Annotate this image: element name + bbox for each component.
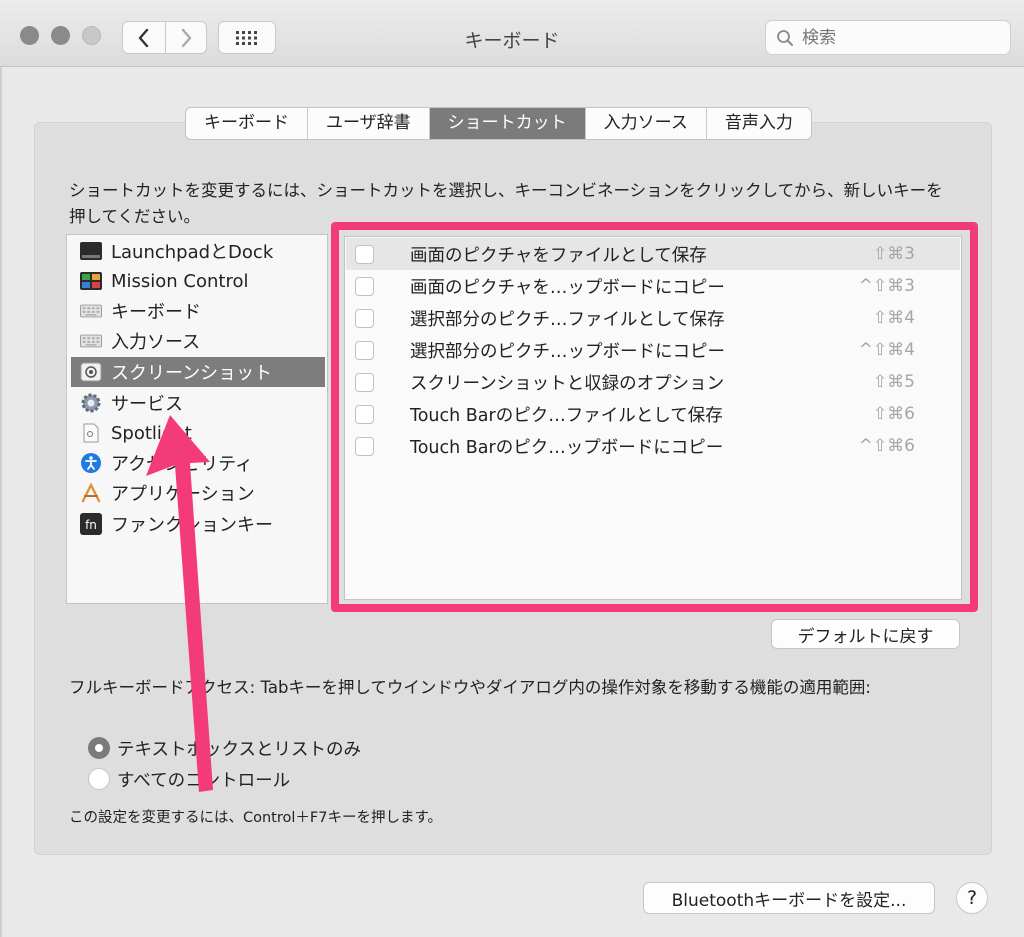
category-label: アクセシビリティ [111, 454, 254, 475]
category-item-input-sources[interactable]: 入力ソース [71, 326, 325, 356]
radio-button[interactable] [88, 737, 110, 759]
search-field[interactable] [765, 20, 1011, 55]
category-label: Mission Control [111, 270, 249, 292]
annotation-highlight-box [331, 222, 978, 612]
category-item-function-keys[interactable]: fn ファンクションキー [71, 509, 325, 539]
svg-text:fn: fn [85, 518, 97, 532]
full-keyboard-access-text: フルキーボードアクセス: Tabキーを押してウインドウやダイアログ内の操作対象を… [69, 678, 871, 697]
screenshot-icon [80, 361, 102, 383]
help-button[interactable]: ? [956, 882, 988, 914]
category-item-mission-control[interactable]: Mission Control [71, 266, 325, 296]
app-store-icon [80, 482, 102, 504]
category-label: ファンクションキー [111, 515, 273, 536]
category-item-applications[interactable]: アプリケーション [71, 478, 325, 508]
input-source-icon [80, 330, 102, 352]
category-item-services[interactable]: サービス [71, 388, 325, 418]
tab-bar: キーボード ユーザ辞書 ショートカット 入力ソース 音声入力 [185, 107, 812, 140]
category-list[interactable]: LaunchpadとDock Mission Control キーボード 入力ソ… [66, 234, 328, 604]
category-item-screenshots[interactable]: スクリーンショット [71, 357, 325, 387]
mission-control-icon [80, 270, 102, 292]
category-label: サービス [111, 394, 183, 415]
category-label: キーボード [111, 302, 201, 323]
category-label: 入力ソース [111, 332, 201, 353]
restore-defaults-button[interactable]: デフォルトに戻す [771, 619, 960, 649]
radio-all-controls[interactable]: すべてのコントロール [88, 767, 290, 791]
gear-icon [80, 392, 102, 414]
spotlight-icon [80, 422, 102, 444]
category-item-launchpad-dock[interactable]: LaunchpadとDock [71, 236, 325, 266]
setup-bluetooth-keyboard-button[interactable]: Bluetoothキーボードを設定... [643, 882, 935, 914]
title-bar: キーボード [0, 0, 1024, 67]
radio-label: テキストボックスとリストのみ [117, 739, 361, 760]
category-label: スクリーンショット [111, 363, 273, 384]
tab-shortcuts[interactable]: ショートカット [429, 108, 586, 139]
fn-key-icon: fn [80, 513, 102, 535]
category-label: アプリケーション [111, 484, 255, 505]
search-input[interactable] [800, 26, 994, 49]
search-icon [777, 29, 793, 46]
category-item-spotlight[interactable]: Spotlight [71, 418, 325, 448]
tab-dictation[interactable]: 音声入力 [707, 108, 811, 139]
category-item-keyboard[interactable]: キーボード [71, 296, 325, 326]
window-edge [0, 66, 2, 937]
keyboard-icon [80, 300, 102, 322]
accessibility-icon [80, 452, 102, 474]
tab-user-dictionary[interactable]: ユーザ辞書 [308, 108, 430, 139]
category-label: Spotlight [111, 422, 192, 444]
control-f7-note: この設定を変更するには、Control＋F7キーを押します。 [69, 810, 443, 826]
radio-button[interactable] [88, 768, 110, 790]
radio-text-boxes-lists[interactable]: テキストボックスとリストのみ [88, 736, 361, 760]
launchpad-dock-icon [80, 240, 102, 262]
tab-keyboard[interactable]: キーボード [186, 108, 308, 139]
tab-input-sources[interactable]: 入力ソース [586, 108, 707, 139]
category-label: LaunchpadとDock [111, 242, 274, 263]
category-item-accessibility[interactable]: アクセシビリティ [71, 448, 325, 478]
radio-label: すべてのコントロール [117, 770, 291, 791]
